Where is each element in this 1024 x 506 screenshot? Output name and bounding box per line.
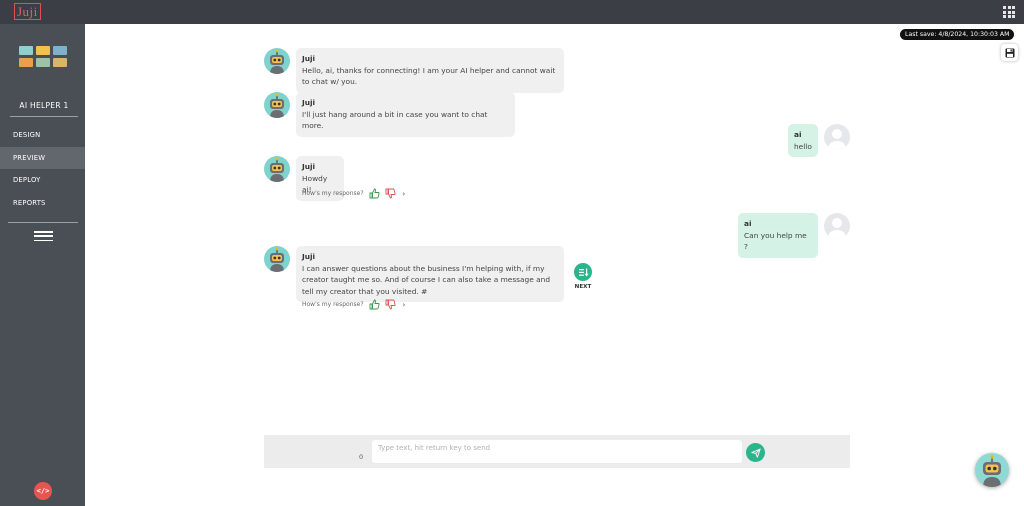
response-feedback: How's my response? › [302,299,405,310]
agent-thumbnail [53,58,67,67]
sidebar-item-preview[interactable]: PREVIEW [0,146,85,170]
agent-thumbnail [36,46,50,55]
sidebar-item-deploy[interactable]: DEPLOY [0,169,85,192]
next-button[interactable] [574,263,592,281]
sidebar: AI HELPER 1 DESIGN PREVIEW DEPLOY REPORT… [0,24,85,506]
message-sender: Juji [302,98,316,107]
agent-thumbnail [36,58,50,67]
code-icon[interactable]: </> [34,482,52,500]
message-text: Can you help me ? [744,230,807,252]
divider [10,116,78,117]
character-counter: 0 [359,453,364,461]
message-text: I'll just hang around a bit in case you … [302,109,488,131]
message-text: I can answer questions about the busines… [302,263,551,296]
floppy-disk-icon[interactable] [1001,44,1018,61]
sidebar-item-design[interactable]: DESIGN [0,124,85,147]
bot-message: Juji I can answer questions about the bu… [296,246,564,302]
thumbs-down-icon[interactable] [385,188,396,199]
bot-message: Juji Hello, ai, thanks for connecting! I… [296,48,564,93]
feedback-prompt: How's my response? [302,301,364,308]
message-sender: Juji [302,252,316,261]
chevron-right-icon[interactable]: › [403,190,406,198]
agent-thumbnail [19,58,33,67]
list-down-arrow-icon [578,268,589,276]
paper-plane-icon [750,448,761,458]
thumbs-up-icon[interactable] [369,188,380,199]
message-sender: ai [744,219,752,228]
top-bar: Juji [0,0,1024,24]
chevron-right-icon[interactable]: › [403,301,406,309]
message-sender: Juji [302,162,316,171]
sidebar-item-reports[interactable]: REPORTS [0,192,85,215]
next-label: NEXT [574,284,592,290]
agent-thumbnail [53,46,67,55]
user-avatar [824,124,850,150]
divider [8,222,78,223]
agent-name: AI HELPER 1 [19,101,69,110]
agent-thumbnail-grid[interactable] [19,46,67,67]
grid-icon[interactable] [1003,6,1015,18]
message-text: Hello, ai, thanks for connecting! I am y… [302,65,556,87]
bot-avatar [264,48,290,74]
app-logo[interactable]: Juji [14,3,41,20]
agent-thumbnail [19,46,33,55]
thumbs-down-icon[interactable] [385,299,396,310]
message-sender: ai [794,130,802,139]
message-sender: Juji [302,54,316,63]
user-message: ai Can you help me ? [738,213,818,258]
user-avatar [824,213,850,239]
response-feedback: How's my response? › [302,188,405,199]
last-save-badge: Last save: 4/8/2024, 10:30:03 AM [900,29,1015,40]
message-text: hello [794,141,812,151]
bot-message: Juji I'll just hang around a bit in case… [296,92,515,137]
bot-avatar [264,246,290,272]
bot-avatar [264,156,290,182]
send-button[interactable] [746,443,765,462]
hamburger-icon[interactable] [34,231,53,241]
bot-avatar [264,92,290,118]
chat-text-input[interactable] [372,440,742,463]
feedback-prompt: How's my response? [302,190,364,197]
user-message: ai hello [788,124,818,157]
bot-launcher-icon[interactable] [975,453,1009,487]
sidebar-nav: DESIGN PREVIEW DEPLOY REPORTS [0,124,85,215]
thumbs-up-icon[interactable] [369,299,380,310]
